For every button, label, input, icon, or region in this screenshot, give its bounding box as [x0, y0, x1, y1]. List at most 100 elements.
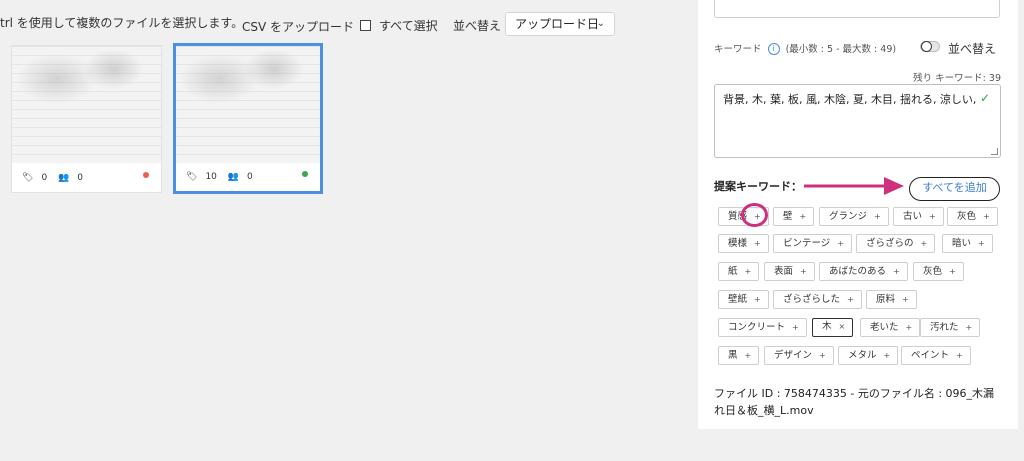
- plus-icon: +: [983, 212, 990, 221]
- people-count: 0: [246, 172, 253, 182]
- people-icon: 👥: [58, 173, 70, 183]
- plus-icon: +: [893, 267, 900, 276]
- keyword-chip-label: コンクリート: [728, 322, 786, 333]
- keyword-chip-selected[interactable]: 木 ×: [812, 318, 854, 337]
- sort-dropdown[interactable]: アップロード日 ⌄: [505, 12, 615, 36]
- arrow-head: [884, 177, 904, 195]
- keyword-chip-label: 紙: [728, 266, 738, 277]
- keyword-chip[interactable]: 暗い +: [942, 234, 993, 253]
- sort-label: 並べ替え: [453, 19, 502, 33]
- remove-icon: ×: [838, 322, 846, 331]
- keywords-value: 背景, 木, 葉, 板, 風, 木陰, 夏, 木目, 揺れる, 涼しい,: [723, 93, 977, 106]
- keyword-chip[interactable]: コンクリート +: [718, 318, 807, 337]
- keyword-chip[interactable]: 古い +: [893, 207, 944, 226]
- keyword-chip-label: 壁紙: [728, 294, 748, 305]
- keywords-limit-hint: (最小数 : 5 - 最大数 : 49): [785, 44, 897, 55]
- keyword-chip-label: 灰色: [957, 211, 977, 222]
- plus-icon: +: [847, 295, 854, 304]
- keyword-chip-label: ざらざらした: [783, 294, 841, 305]
- keyword-chip-label: 壁: [783, 211, 793, 222]
- keyword-chip[interactable]: グランジ +: [819, 207, 889, 226]
- keyword-chip-label: 原料: [876, 294, 896, 305]
- keyword-chip[interactable]: 模様 +: [718, 234, 769, 253]
- file-thumbnail[interactable]: 🏷 0 👥 0: [11, 45, 162, 193]
- keyword-chip[interactable]: ざらざらした +: [773, 290, 862, 309]
- keyword-chip-label: 老いた: [870, 322, 899, 333]
- keyword-chip-label: グランジ: [829, 211, 868, 222]
- keyword-chip-label: ペイント: [911, 350, 950, 361]
- plus-icon: +: [744, 351, 752, 360]
- keyword-chip[interactable]: デザイン +: [764, 346, 834, 365]
- plus-icon: +: [902, 295, 909, 304]
- thumbnail-meta: 🏷 10 👥 0: [186, 172, 261, 182]
- keyword-chip-label: 汚れた: [930, 322, 959, 333]
- sort-toggle[interactable]: [920, 41, 940, 52]
- keyword-chip-label: ビンテージ: [783, 238, 831, 249]
- keyword-chip[interactable]: 壁 +: [773, 207, 815, 226]
- sort-toggle-label: 並べ替え: [948, 42, 997, 56]
- file-thumbnail-selected[interactable]: 🏷 10 👥 0: [173, 43, 323, 194]
- keyword-chip-label: 灰色: [923, 266, 943, 277]
- checkbox-icon[interactable]: [360, 20, 371, 31]
- keywords-label-text: キーワード: [714, 44, 762, 55]
- plus-icon: +: [978, 239, 985, 248]
- toggle-knob: [921, 41, 932, 52]
- plus-icon: +: [754, 239, 761, 248]
- csv-upload-link[interactable]: CSV をアップロード: [242, 18, 354, 35]
- toolbar: trl を使用して複数のファイルを選択します。 CSV をアップロード すべて選…: [0, 0, 690, 40]
- people-count: 0: [77, 173, 83, 183]
- keywords-textarea[interactable]: 背景, 木, 葉, 板, 風, 木陰, 夏, 木目, 揺れる, 涼しい, ✓: [714, 84, 1001, 158]
- keyword-chip[interactable]: ざらざらの +: [856, 234, 936, 253]
- info-icon[interactable]: i: [767, 43, 780, 55]
- people-icon: 👥: [227, 172, 239, 182]
- chevron-down-icon: ⌄: [596, 18, 605, 29]
- keyword-chip[interactable]: メタル +: [838, 346, 899, 365]
- keyword-chip[interactable]: ペイント +: [901, 346, 971, 365]
- arrow-annotation: [804, 177, 904, 195]
- keyword-chip[interactable]: ビンテージ +: [773, 234, 853, 253]
- plus-icon: +: [929, 212, 936, 221]
- keyword-chip-label: 古い: [903, 211, 923, 222]
- add-all-button[interactable]: すべてを追加: [909, 177, 1000, 201]
- keyword-chip-label: 模様: [728, 238, 748, 249]
- plus-icon: +: [883, 351, 891, 360]
- keyword-chip[interactable]: 老いた +: [860, 318, 921, 337]
- plus-icon: +: [956, 351, 963, 360]
- select-all-label: すべて選択: [379, 19, 438, 33]
- remaining-keywords: 残り キーワード: 39: [913, 73, 1001, 84]
- suggested-keywords-title: 提案キーワード：: [714, 180, 802, 193]
- sort-value: アップロード日: [515, 17, 600, 31]
- status-dot: [302, 171, 308, 177]
- plus-icon: +: [754, 295, 761, 304]
- plus-icon: +: [874, 212, 881, 221]
- keyword-chip-label: メタル: [848, 350, 877, 361]
- keyword-chip[interactable]: 灰色 +: [913, 262, 964, 281]
- keyword-chip[interactable]: 壁紙 +: [718, 290, 769, 309]
- keyword-count: 10: [205, 172, 217, 182]
- keyword-chip[interactable]: 紙 +: [718, 262, 760, 281]
- keyword-chip[interactable]: 汚れた +: [920, 318, 981, 337]
- thumbnail-image: [12, 46, 161, 163]
- title-field[interactable]: [714, 0, 1000, 18]
- keyword-chip-label: 暗い: [952, 238, 972, 249]
- plus-icon: +: [744, 267, 752, 276]
- keyword-count: 0: [41, 173, 48, 183]
- plus-icon: +: [905, 323, 913, 332]
- resize-handle[interactable]: [991, 148, 998, 155]
- keyword-chip-label: デザイン: [774, 350, 813, 361]
- keyword-chip[interactable]: 黒 +: [718, 346, 760, 365]
- status-dot: [143, 172, 149, 178]
- plus-icon: +: [965, 323, 973, 332]
- keyword-chip[interactable]: 原料 +: [866, 290, 917, 309]
- keyword-chip-label: 黒: [728, 350, 738, 361]
- keyword-chip[interactable]: 表面 +: [764, 262, 815, 281]
- tag-icon: 🏷: [186, 172, 198, 182]
- keyword-chip[interactable]: 灰色 +: [947, 207, 998, 226]
- plus-icon: +: [949, 267, 956, 276]
- plus-icon: +: [799, 212, 807, 221]
- plus-icon: +: [837, 239, 845, 248]
- keyword-chip-label: 表面: [774, 266, 794, 277]
- plus-icon: +: [800, 267, 807, 276]
- keyword-chip[interactable]: あばたのある +: [819, 262, 908, 281]
- select-all-checkbox[interactable]: すべて選択: [360, 17, 438, 34]
